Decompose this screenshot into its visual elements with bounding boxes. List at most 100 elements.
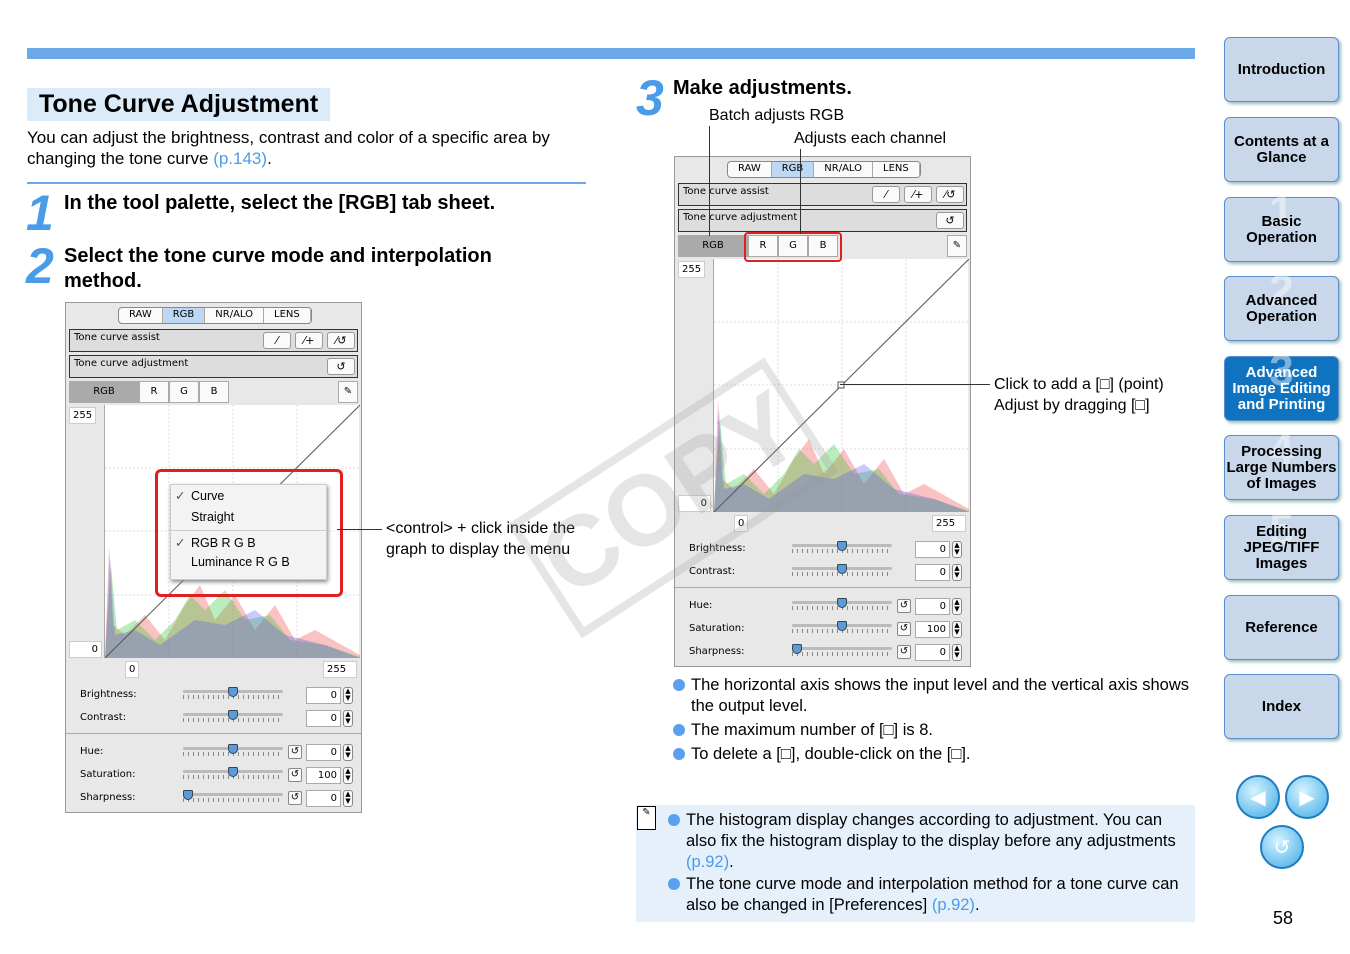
intro-link[interactable]: (p.143) [213, 149, 267, 168]
menu-item-curve[interactable]: ✓ Curve [171, 485, 326, 508]
note-link[interactable]: (p.92) [932, 896, 975, 914]
slider-knob[interactable] [228, 710, 238, 720]
nav-button-1[interactable]: Contents at a Glance [1224, 117, 1339, 182]
slider-knob[interactable] [837, 541, 847, 551]
nav-button-3[interactable]: 2 Advanced Operation [1224, 269, 1339, 341]
hue-reset-icon[interactable]: ↺ [288, 745, 302, 759]
saturation-slider[interactable] [183, 767, 283, 779]
slider-knob[interactable] [792, 644, 802, 654]
tab-bar: RAW RGB NR/ALO LENS [727, 161, 921, 178]
back-button[interactable]: ↺ [1260, 825, 1304, 869]
tone-curve-assist-plus-button[interactable]: ⁄+ [295, 332, 323, 349]
slider-knob[interactable] [228, 744, 238, 754]
tab-lens[interactable]: LENS [873, 162, 920, 177]
eyedropper-icon[interactable]: ✎ [947, 235, 967, 257]
channel-g-button[interactable]: G [169, 381, 199, 403]
nav-button-6[interactable]: 5 Editing JPEG/TIFF Images [1224, 508, 1339, 580]
saturation-stepper[interactable]: ▲ ▼ [343, 767, 353, 784]
page-title: Tone Curve Adjustment [27, 88, 331, 121]
eyedropper-icon[interactable]: ✎ [338, 381, 358, 403]
previous-page-button[interactable]: ◀ [1236, 775, 1280, 819]
tone-curve-assist-plus-button[interactable]: ⁄+ [904, 186, 932, 203]
tone-curve-assist-reset-button[interactable]: ⁄↺ [936, 186, 964, 203]
sharpness-stepper[interactable]: ▲ ▼ [952, 644, 962, 661]
tab-nr-alo[interactable]: NR/ALO [814, 162, 874, 177]
saturation-reset-icon[interactable]: ↺ [897, 622, 911, 636]
tone-curve-assist-reset-button[interactable]: ⁄↺ [327, 332, 355, 349]
slider-knob[interactable] [228, 767, 238, 777]
nav-label: Index [1261, 697, 1302, 715]
intro-end: . [267, 149, 272, 168]
note-item: The tone curve mode and interpolation me… [668, 874, 1193, 916]
x-max-label: 255 [323, 661, 357, 678]
nav-button-4[interactable]: 3 Advanced Image Editing and Printing [1224, 349, 1339, 421]
sharpness-reset-icon[interactable]: ↺ [897, 645, 911, 659]
tab-lens[interactable]: LENS [264, 308, 311, 323]
hue-slider[interactable] [792, 598, 892, 610]
channel-r-button[interactable]: R [139, 381, 169, 403]
saturation-value-input[interactable]: 100 [306, 767, 341, 784]
tone-curve-reset-button[interactable]: ↺ [327, 358, 355, 375]
hue-stepper[interactable]: ▲ ▼ [343, 744, 353, 761]
sharpness-reset-icon[interactable]: ↺ [288, 791, 302, 805]
tone-curve-reset-button[interactable]: ↺ [936, 212, 964, 229]
sharpness-stepper[interactable]: ▲ ▼ [343, 790, 353, 807]
nav-button-5[interactable]: 4 Processing Large Numbers of Images [1224, 428, 1339, 500]
saturation-stepper[interactable]: ▲ ▼ [952, 621, 962, 638]
saturation-slider[interactable] [792, 621, 892, 633]
note-link[interactable]: (p.92) [686, 853, 729, 871]
menu-item-rgb[interactable]: ✓ RGB R G B [171, 531, 326, 553]
bullet-item: The horizontal axis shows the input leve… [673, 675, 1193, 717]
slider-knob[interactable] [837, 621, 847, 631]
sharpness-slider[interactable] [792, 644, 892, 656]
channel-rgb-button[interactable]: RGB [678, 235, 748, 257]
contrast-stepper[interactable]: ▲ ▼ [343, 710, 353, 727]
brightness-slider[interactable] [792, 541, 892, 553]
saturation-value-input[interactable]: 100 [915, 621, 950, 638]
tab-rgb[interactable]: RGB [162, 308, 206, 323]
hue-value-input[interactable]: 0 [915, 598, 950, 615]
slider-knob[interactable] [837, 598, 847, 608]
hue-slider[interactable] [183, 744, 283, 756]
slider-knob[interactable] [183, 790, 193, 800]
bullet-icon [673, 748, 685, 760]
nav-button-7[interactable]: Reference [1224, 595, 1339, 660]
sharpness-label: Sharpness: [689, 646, 745, 657]
next-page-button[interactable]: ▶ [1285, 775, 1329, 819]
brightness-stepper[interactable]: ▲ ▼ [343, 687, 353, 704]
contrast-stepper[interactable]: ▲ ▼ [952, 564, 962, 581]
contrast-value-input[interactable]: 0 [915, 564, 950, 581]
brightness-value-input[interactable]: 0 [915, 541, 950, 558]
hue-value-input[interactable]: 0 [306, 744, 341, 761]
sharpness-value-input[interactable]: 0 [306, 790, 341, 807]
channel-highlight [744, 232, 842, 262]
brightness-slider[interactable] [183, 687, 283, 699]
brightness-stepper[interactable]: ▲ ▼ [952, 541, 962, 558]
x-min-label: 0 [125, 661, 140, 678]
contrast-slider[interactable] [183, 710, 283, 722]
contrast-value-input[interactable]: 0 [306, 710, 341, 727]
saturation-reset-icon[interactable]: ↺ [288, 768, 302, 782]
sharpness-slider[interactable] [183, 790, 283, 802]
tab-raw[interactable]: RAW [119, 308, 163, 323]
channel-b-button[interactable]: B [199, 381, 229, 403]
slider-knob[interactable] [837, 564, 847, 574]
auto-tone-curve-button[interactable]: ⁄ [263, 332, 291, 349]
hue-stepper[interactable]: ▲ ▼ [952, 598, 962, 615]
tab-rgb[interactable]: RGB [771, 162, 815, 177]
tone-curve-adjustment-row: Tone curve adjustment ↺ [69, 355, 358, 378]
nav-button-8[interactable]: Index [1224, 674, 1339, 739]
tab-raw[interactable]: RAW [728, 162, 772, 177]
contrast-slider[interactable] [792, 564, 892, 576]
sharpness-value-input[interactable]: 0 [915, 644, 950, 661]
hue-reset-icon[interactable]: ↺ [897, 599, 911, 613]
slider-knob[interactable] [228, 687, 238, 697]
channel-rgb-button[interactable]: RGB [69, 381, 139, 403]
menu-item-straight[interactable]: Straight [171, 508, 326, 531]
tab-nr-alo[interactable]: NR/ALO [205, 308, 265, 323]
brightness-value-input[interactable]: 0 [306, 687, 341, 704]
menu-item-luminance[interactable]: Luminance R G B [171, 553, 326, 572]
auto-tone-curve-button[interactable]: ⁄ [872, 186, 900, 203]
nav-button-2[interactable]: 1 Basic Operation [1224, 190, 1339, 262]
nav-button-0[interactable]: Introduction [1224, 37, 1339, 102]
